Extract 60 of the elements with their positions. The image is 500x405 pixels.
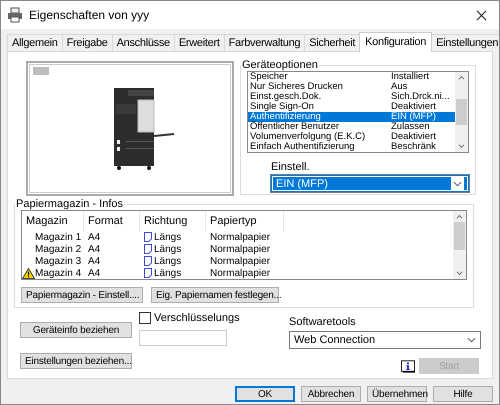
- dialog-button[interactable]: Übernehmen: [367, 386, 427, 402]
- window-title: Eigenschaften von yyy: [29, 8, 150, 22]
- option-row[interactable]: Single Sign-On Deaktiviert: [248, 102, 455, 112]
- table-cell-text: A4: [87, 256, 102, 266]
- option-row[interactable]: Nur Sicheres Drucken Aus: [248, 82, 455, 92]
- table-cell: Längs: [154, 244, 182, 254]
- option-row[interactable]: Authentifizierung EIN (MFP): [248, 112, 455, 122]
- tab[interactable]: Freigabe: [62, 34, 113, 51]
- info-icon[interactable]: [401, 360, 415, 372]
- column-header[interactable]: Format: [84, 211, 140, 231]
- option-row[interactable]: Einst.gesch.Dok. Sich.Drck.ni...: [248, 92, 455, 102]
- chevron-icon: [467, 337, 476, 343]
- option-row[interactable]: Einfach Authentifizierung Beschränk: [248, 142, 455, 152]
- tray-button[interactable]: Papiermagazin - Einstell....: [21, 287, 143, 303]
- tab[interactable]: Farbverwaltung: [224, 34, 306, 51]
- options-list[interactable]: [247, 71, 469, 153]
- checkbox-label: Verschlüsselungs: [154, 312, 240, 324]
- column-header[interactable]: Richtung: [140, 211, 206, 231]
- column-header[interactable]: Papiertyp: [206, 211, 284, 231]
- option-row[interactable]: Volumenverfolgung (E.K.C) Deaktiviert: [248, 132, 455, 142]
- option-row[interactable]: Speicher Installiert: [248, 72, 455, 82]
- blurred-label: [33, 67, 49, 75]
- table-cell-text: A4: [87, 244, 102, 254]
- table-cell: Längs: [154, 268, 182, 278]
- printer-icon: [7, 7, 23, 23]
- scrollbar[interactable]: [453, 211, 466, 279]
- table-cell-text: A4: [87, 268, 102, 278]
- tray-button[interactable]: Eig. Papiernamen festlegen...: [151, 287, 279, 303]
- table-cell: Längs: [154, 256, 182, 266]
- setting-dropdown[interactable]: EIN (MFP): [271, 175, 469, 192]
- table-cell: Längs: [154, 232, 182, 242]
- field-label: Einstell.: [271, 161, 311, 173]
- table-cell: Magazin 2: [35, 244, 82, 254]
- option-row[interactable]: Öffentlicher Benutzer Zulassen: [248, 122, 455, 132]
- column-header[interactable]: Magazin: [22, 211, 84, 231]
- table-cell: Magazin 3: [35, 256, 82, 266]
- tab[interactable]: Allgemein: [7, 34, 63, 51]
- field-label: Softwaretools: [289, 316, 357, 328]
- chevron-icon: [451, 176, 464, 190]
- encryption-checkbox[interactable]: [139, 312, 151, 324]
- get-settings-button[interactable]: Einstellungen beziehen...: [20, 353, 132, 369]
- table-cell-text: Normalpapier: [209, 232, 272, 242]
- tab[interactable]: Einstellungen: [431, 34, 499, 51]
- table-cell-text: Normalpapier: [209, 244, 272, 254]
- device-info-button[interactable]: Geräteinfo beziehen: [20, 322, 132, 338]
- tab[interactable]: Konfiguration: [359, 32, 432, 52]
- scrollbar[interactable]: [455, 72, 468, 152]
- close-icon[interactable]: [476, 10, 487, 20]
- table-cell-text: Normalpapier: [209, 256, 272, 266]
- software-dropdown[interactable]: Web Connection: [289, 331, 481, 349]
- encryption-field[interactable]: [139, 330, 227, 346]
- table-cell: Magazin 4: [35, 268, 82, 278]
- group-title: Geräteoptionen: [241, 59, 319, 71]
- group-title: Papiermagazin - Infos: [15, 198, 124, 210]
- dialog-button[interactable]: Hilfe: [433, 386, 493, 402]
- dialog-button[interactable]: OK: [235, 386, 295, 402]
- table-cell-text: A4: [87, 232, 102, 242]
- dialog-button[interactable]: Abbrechen: [301, 386, 361, 402]
- table-cell-text: Normalpapier: [209, 268, 272, 278]
- table-cell: Magazin 1: [35, 232, 82, 242]
